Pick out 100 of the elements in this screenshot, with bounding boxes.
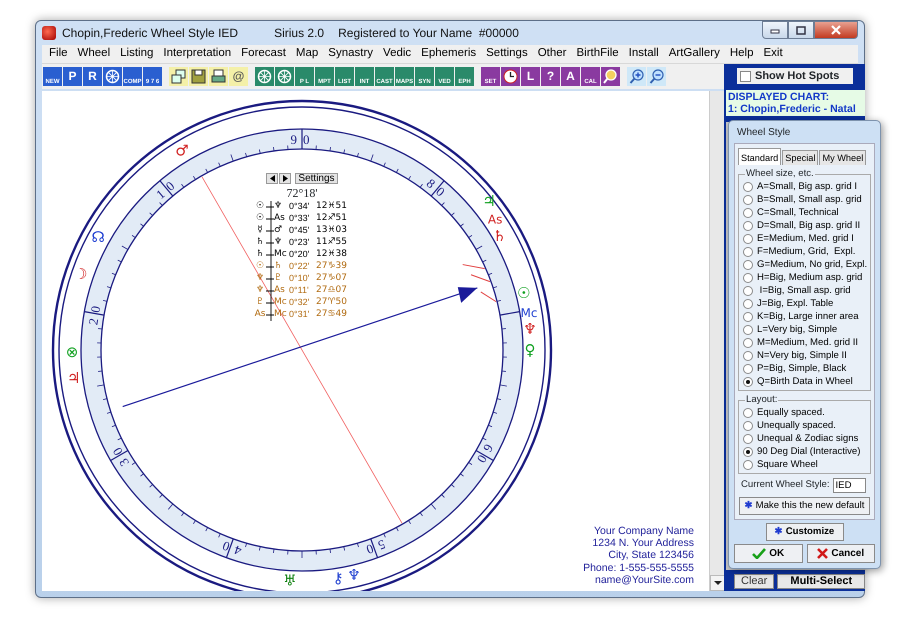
multi-select-button[interactable]: Multi-Select <box>777 574 866 589</box>
planet-glyph: ♃ <box>67 369 80 388</box>
menu-item[interactable]: Wheel <box>72 45 116 63</box>
aspect-planet: ☿ <box>256 225 264 237</box>
displayed-chart-heading: DISPLAYED CHART: <box>728 91 830 103</box>
toolbar-button[interactable]: R <box>83 67 102 86</box>
company-info-line: Your Company Name <box>593 524 694 538</box>
radio-option[interactable]: B=Small, Small asp. grid <box>743 193 862 206</box>
radio-option[interactable]: Unequal & Zodiac signs <box>743 432 858 445</box>
radio-option[interactable]: G=Medium, No grid, Expl. <box>743 258 868 271</box>
radio-option[interactable]: 90 Deg Dial (Interactive) <box>743 445 860 458</box>
menu-item[interactable]: Other <box>532 45 572 63</box>
tab[interactable]: Standard <box>738 148 782 165</box>
menu-item[interactable]: Synastry <box>323 45 378 63</box>
toolbar-button[interactable] <box>169 67 188 86</box>
menu-item[interactable]: Listing <box>115 45 158 63</box>
radio-option[interactable]: A=Small, Big asp. grid I <box>743 180 857 193</box>
group-legend: Layout: <box>745 395 778 405</box>
aspect-planet: ☉ <box>254 261 266 273</box>
minimize-button[interactable] <box>762 21 788 39</box>
menu-item[interactable]: Exit <box>758 45 788 63</box>
radio-option[interactable]: K=Big, Large inner area <box>743 310 859 323</box>
aspect-planet: ☉ <box>254 213 266 225</box>
scrollbar[interactable] <box>709 91 724 591</box>
aspect-position: 27♈50 <box>316 297 346 309</box>
radio-option[interactable]: J=Big, Expl. Table <box>743 297 834 310</box>
close-button[interactable] <box>814 21 858 39</box>
toolbar-button[interactable] <box>209 67 228 86</box>
radio-option[interactable]: C=Small, Technical <box>743 206 839 219</box>
radio-option[interactable]: H=Big, Medium asp. grid <box>743 271 862 284</box>
toolbar-button[interactable] <box>189 67 208 86</box>
radio-option[interactable]: Unequally spaced. <box>743 419 836 432</box>
menu-item[interactable]: Settings <box>481 45 533 63</box>
planet-glyph: ♅ <box>283 572 297 590</box>
current-style-field[interactable]: IED <box>832 478 866 493</box>
radio-option[interactable]: I=Big, Small asp. grid <box>743 284 851 297</box>
planet-glyph: ⚷ <box>332 569 344 588</box>
wheel-icon <box>277 69 292 84</box>
clear-button[interactable]: Clear <box>734 574 774 589</box>
toolbar-button[interactable]: P <box>63 67 82 86</box>
aspect-planet: ♇ <box>254 297 266 309</box>
dial-number: 20 <box>85 298 104 326</box>
printer-icon <box>211 69 226 84</box>
radio-option[interactable]: E=Medium, Med. grid I <box>743 232 854 245</box>
cancel-button[interactable]: Cancel <box>806 544 875 563</box>
menu-item[interactable]: File <box>44 45 73 63</box>
menu-item[interactable]: Help <box>724 45 758 63</box>
planet-glyph: ♀ <box>524 341 536 359</box>
menu-item[interactable]: ArtGallery <box>664 45 725 63</box>
toolbar-button[interactable]: ? <box>541 67 560 86</box>
toolbar-button[interactable]: A <box>561 67 580 86</box>
save-icon <box>191 69 206 84</box>
dial-reading: 72°18' <box>286 186 318 200</box>
toolbar-button[interactable] <box>601 67 620 86</box>
radio-option[interactable]: Q=Birth Data in Wheel <box>743 375 853 388</box>
aspect-orb: 0°31' <box>289 309 310 321</box>
menu-item[interactable]: BirthFile <box>571 45 624 63</box>
menu-item[interactable]: Vedic <box>378 45 416 63</box>
aspect-planet: ♆ <box>274 201 284 213</box>
toolbar-button[interactable]: L <box>521 67 540 86</box>
customize-button[interactable]: ✱ Customize <box>766 522 844 541</box>
radio-option[interactable]: M=Medium, Med. grid II <box>743 336 858 349</box>
planet-glyph: ♆ <box>347 566 361 584</box>
aspect-planet: ♇ <box>274 273 284 285</box>
menu-item[interactable]: Forecast <box>236 45 291 63</box>
radio-option[interactable]: D=Small, Big asp. grid II <box>743 219 860 232</box>
next-button[interactable] <box>279 173 292 184</box>
maximize-icon <box>796 26 806 34</box>
menu-item[interactable]: Ephemeris <box>416 45 482 63</box>
previous-button[interactable] <box>266 173 278 184</box>
menu-item[interactable]: Interpretation <box>158 45 236 63</box>
aspect-planet: ♂ <box>274 225 284 237</box>
aspect-planet: ♄ <box>254 249 266 261</box>
toolbar-button[interactable]: @ <box>229 67 248 86</box>
displayed-chart-name: 1: Chopin,Frederic - Natal <box>728 103 857 115</box>
menu-item[interactable]: Install <box>624 45 664 63</box>
aspect-position: 12♐51 <box>316 213 346 225</box>
scroll-down-button[interactable] <box>710 575 725 591</box>
asterisk-icon: ✱ <box>744 499 753 514</box>
aspect-orb: 0°45' <box>289 225 310 237</box>
ok-button[interactable]: OK <box>734 544 802 563</box>
toolbar-button[interactable] <box>501 67 520 86</box>
tab[interactable]: Special <box>782 150 818 165</box>
radio-option[interactable]: P=Big, Simple, Black <box>743 362 846 375</box>
radio-option[interactable]: F=Medium, Grid, Expl. <box>743 245 856 258</box>
cross-icon <box>817 548 828 559</box>
menu-item[interactable]: Map <box>290 45 324 63</box>
radio-option[interactable]: Equally spaced. <box>743 406 825 419</box>
make-default-button[interactable]: ✱ Make this the new default <box>739 497 870 516</box>
maximize-button[interactable] <box>788 21 814 39</box>
left-arrow-icon <box>270 175 275 182</box>
hot-spots-checkbox[interactable]: Show Hot Spots <box>737 68 854 84</box>
asterisk-icon: ✱ <box>774 524 783 539</box>
dial-number: 10 <box>153 174 182 202</box>
radio-option[interactable]: N=Very big, Simple II <box>743 349 847 362</box>
settings-button[interactable]: Settings <box>295 173 338 184</box>
radio-option[interactable]: Square Wheel <box>743 458 818 471</box>
tab[interactable]: My Wheel <box>819 150 866 165</box>
radio-option[interactable]: L=Very big, Simple <box>743 323 838 336</box>
aspect-planet: As <box>254 309 266 321</box>
